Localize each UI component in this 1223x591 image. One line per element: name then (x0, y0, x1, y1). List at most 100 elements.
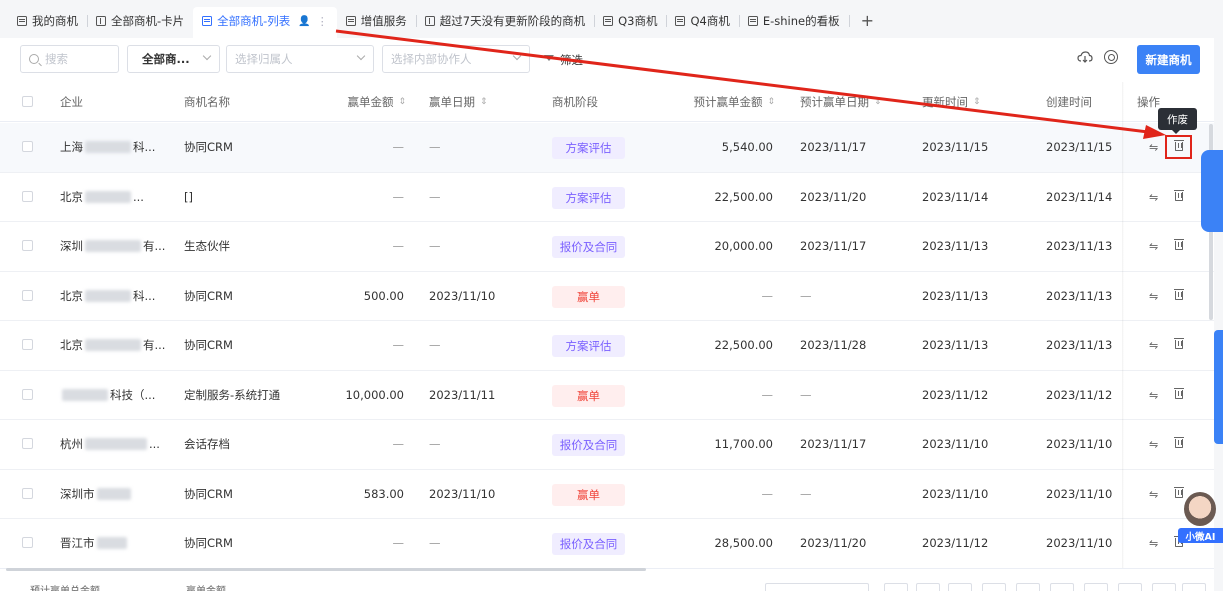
transfer-icon[interactable]: ⇋ (1149, 240, 1158, 253)
void-trash-icon[interactable] (1174, 338, 1184, 349)
column-header[interactable]: 赢单金额 ⇕ (300, 82, 406, 122)
tab-3[interactable]: 增值服务 (337, 7, 417, 35)
tab-7[interactable]: E-shine的看板 (739, 7, 850, 35)
company-cell[interactable]: 杭州... (60, 420, 175, 468)
table-row[interactable]: 深圳 有... 生态伙伴 — — 报价及合同 20,000.00 2023/11/17 2023… (0, 222, 1214, 272)
table-row[interactable]: 科技（... 定制服务-系统打通 10,000.00 2023/11/11 赢单 — — 20… (0, 370, 1214, 420)
sort-icon[interactable]: ⇕ (480, 97, 488, 107)
row-checkbox[interactable] (22, 487, 33, 499)
sort-icon[interactable]: ⇕ (398, 97, 406, 107)
opportunity-name[interactable]: 协同CRM (184, 321, 294, 369)
table-row[interactable]: 北京 科... 协同CRM 500.00 2023/11/10 赢单 — — 2023/11/1… (0, 271, 1214, 321)
owner-select[interactable]: 选择归属人 (226, 45, 374, 73)
annotation-highlight-box (1165, 135, 1192, 159)
filter-button[interactable]: 筛选 (544, 52, 583, 68)
row-actions: ⇋ (1124, 321, 1214, 369)
opportunity-name[interactable]: 定制服务-系统打通 (184, 371, 294, 419)
opportunity-name[interactable]: 会话存档 (184, 420, 294, 468)
tab-0[interactable]: 我的商机 (8, 7, 88, 35)
column-header[interactable]: 赢单日期 ⇕ (429, 82, 539, 122)
row-checkbox[interactable] (22, 289, 33, 301)
tab-4[interactable]: 超过7天没有更新阶段的商机 (416, 7, 596, 35)
tab-2[interactable]: 全部商机-列表 👤 ⋮ (193, 7, 337, 38)
opportunity-name[interactable]: 生态伙伴 (184, 222, 294, 270)
sort-icon[interactable]: ⇕ (973, 97, 981, 107)
column-header[interactable]: 更新时间 ⇕ (922, 82, 1032, 122)
opportunity-name[interactable]: 协同CRM (184, 123, 294, 171)
more-options-icon[interactable]: ⋮ (317, 15, 328, 28)
add-tab-icon[interactable]: + (861, 11, 874, 30)
scope-select[interactable]: 全部商... (127, 45, 220, 73)
side-panel-tab[interactable] (1201, 150, 1223, 232)
opportunity-name[interactable]: 协同CRM (184, 272, 294, 320)
page-size-select[interactable] (765, 583, 869, 591)
row-checkbox[interactable] (22, 190, 33, 202)
tab-6[interactable]: Q4商机 (666, 7, 740, 35)
opportunity-name[interactable]: 协同CRM (184, 519, 294, 567)
pagination-button[interactable] (1016, 583, 1040, 591)
company-cell[interactable]: 北京 有... (60, 321, 175, 369)
column-header[interactable]: 预计赢单日期 ⇕ (800, 82, 910, 122)
pagination-button[interactable] (884, 583, 908, 591)
transfer-icon[interactable]: ⇋ (1149, 191, 1158, 204)
company-cell[interactable]: 上海 科... (60, 123, 175, 171)
company-cell[interactable]: 深圳 有... (60, 222, 175, 270)
transfer-icon[interactable]: ⇋ (1149, 339, 1158, 352)
void-trash-icon[interactable] (1174, 437, 1184, 448)
table-row[interactable]: 深圳市 协同CRM 583.00 2023/11/10 赢单 — — 2023/11/10 20… (0, 469, 1214, 519)
table-row[interactable]: 北京 有... 协同CRM — — 方案评估 22,500.00 2023/11/28 2023… (0, 321, 1214, 371)
row-checkbox[interactable] (22, 388, 33, 400)
column-header-label: 赢单日期 (429, 95, 475, 109)
tab-1[interactable]: 全部商机-卡片 (87, 7, 195, 35)
row-checkbox[interactable] (22, 339, 33, 350)
void-trash-icon[interactable] (1174, 387, 1184, 399)
transfer-icon[interactable]: ⇋ (1149, 537, 1158, 550)
company-cell[interactable]: 北京... (60, 173, 175, 221)
pagination-button[interactable] (1084, 583, 1108, 591)
void-trash-icon[interactable] (1174, 239, 1184, 250)
pagination-button[interactable] (916, 583, 940, 591)
company-cell[interactable]: 科技（... (60, 371, 175, 419)
collaborator-select[interactable]: 选择内部协作人 (382, 45, 530, 73)
pagination-button[interactable] (1050, 583, 1074, 591)
column-header[interactable]: 预计赢单金额 ⇕ (670, 82, 775, 122)
pagination-button[interactable] (1182, 583, 1206, 591)
table-row[interactable]: 北京...[] — — 方案评估 22,500.00 2023/11/20 2023/11/… (0, 172, 1214, 222)
ai-assistant[interactable]: 小微AI (1178, 490, 1223, 543)
row-checkbox[interactable] (22, 438, 33, 449)
side-panel-tab-secondary[interactable] (1214, 330, 1223, 444)
new-opportunity-button[interactable]: 新建商机 (1137, 45, 1200, 74)
search-input[interactable]: 搜索 (20, 45, 119, 73)
transfer-icon[interactable]: ⇋ (1149, 290, 1158, 303)
opportunity-name[interactable]: [] (184, 173, 294, 221)
pagination-button[interactable] (1118, 583, 1142, 591)
horizontal-scrollbar[interactable] (6, 568, 646, 571)
sort-icon[interactable]: ⇕ (874, 97, 882, 107)
settings-gear-icon[interactable] (1104, 50, 1118, 64)
select-all-checkbox[interactable] (22, 96, 33, 107)
row-checkbox[interactable] (22, 537, 33, 548)
sort-icon[interactable]: ⇕ (767, 97, 775, 107)
opportunity-name[interactable]: 协同CRM (184, 470, 294, 518)
transfer-icon[interactable]: ⇋ (1149, 438, 1158, 451)
void-trash-icon[interactable] (1174, 189, 1184, 201)
row-checkbox[interactable] (22, 240, 33, 251)
person-icon: 👤 (298, 15, 311, 27)
tab-bar: 我的商机 全部商机-卡片 全部商机-列表 👤 ⋮ 增值服务 超过7天没有更新阶段的商机 Q3商… (0, 0, 1223, 38)
row-checkbox[interactable] (22, 141, 33, 152)
table-row[interactable]: 晋江市 协同CRM — — 报价及合同 28,500.00 2023/11/20 2023/1… (0, 519, 1214, 569)
tab-5[interactable]: Q3商机 (594, 7, 668, 35)
table-row[interactable]: 杭州... 会话存档 — — 报价及合同 11,700.00 2023/11/17 2023/… (0, 420, 1214, 470)
company-cell[interactable]: 晋江市 (60, 519, 175, 567)
transfer-icon[interactable]: ⇋ (1149, 141, 1158, 154)
cloud-download-icon[interactable] (1077, 51, 1093, 63)
pagination-button[interactable] (982, 583, 1006, 591)
pagination-button[interactable] (948, 583, 972, 591)
void-trash-icon[interactable] (1174, 288, 1184, 300)
pagination-button[interactable] (1152, 583, 1176, 591)
transfer-icon[interactable]: ⇋ (1149, 488, 1158, 501)
company-cell[interactable]: 北京 科... (60, 272, 175, 320)
transfer-icon[interactable]: ⇋ (1149, 389, 1158, 402)
company-cell[interactable]: 深圳市 (60, 470, 175, 518)
table-row[interactable]: 上海 科... 协同CRM — — 方案评估 5,540.00 2023/11/17 2023/… (0, 123, 1214, 173)
